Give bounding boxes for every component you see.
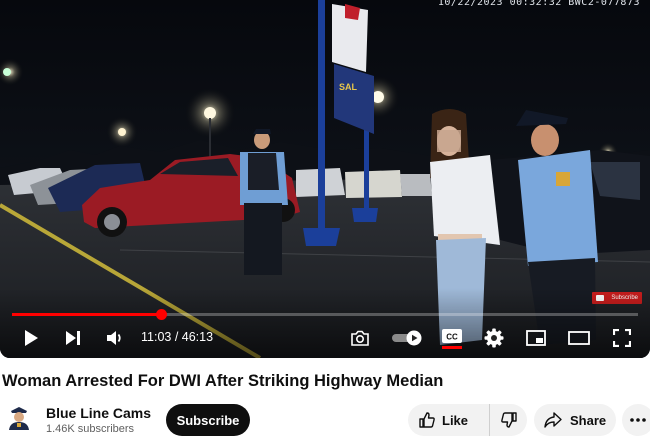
more-actions-button[interactable]	[622, 404, 650, 436]
share-icon	[544, 412, 562, 428]
dislike-button[interactable]	[490, 404, 527, 436]
share-label: Share	[570, 412, 607, 428]
time-display: 11:03 / 46:13	[141, 330, 214, 344]
video-title: Woman Arrested For DWI After Striking Hi…	[2, 372, 444, 390]
volume-icon	[107, 331, 121, 345]
like-label: Like	[442, 412, 469, 428]
progress-played	[12, 313, 161, 316]
subscriber-count: 1.46K subscribers	[46, 423, 135, 435]
volume-button[interactable]	[100, 322, 130, 354]
autoplay-toggle[interactable]	[390, 322, 426, 354]
bodycam-overlay: 10/22/2023 00:32:32 BWC2-077873	[437, 0, 640, 8]
captions-button[interactable]: CC	[438, 322, 466, 354]
cc-icon: CC	[442, 329, 462, 349]
subscribe-button[interactable]: Subscribe	[166, 404, 250, 436]
thumbs-down-icon	[500, 412, 517, 428]
like-dislike-group: Like	[408, 404, 527, 436]
player-controls: 11:03 / 46:13 CC	[0, 322, 650, 354]
police-officer-icon	[9, 407, 29, 430]
video-player[interactable]: SAL 10/22/2023 00:32:32 BWC2-077873 Subs…	[0, 0, 650, 358]
theater-icon	[568, 331, 590, 345]
channel-name[interactable]: Blue Line Cams	[46, 405, 151, 421]
settings-icon	[484, 328, 504, 348]
thumbs-up-icon	[419, 412, 435, 428]
svg-text:CC: CC	[446, 333, 458, 342]
next-icon	[66, 331, 80, 345]
camera-icon	[351, 330, 369, 346]
share-button[interactable]: Share	[534, 404, 616, 436]
channel-avatar[interactable]	[6, 404, 32, 430]
settings-button[interactable]	[480, 322, 508, 354]
miniplayer-button[interactable]	[522, 322, 550, 354]
play-button[interactable]	[16, 322, 46, 354]
play-icon	[25, 330, 38, 346]
sign-letters: SAL	[339, 82, 358, 92]
next-button[interactable]	[58, 322, 88, 354]
more-horizontal-icon	[630, 418, 646, 422]
fullscreen-icon	[613, 329, 631, 347]
video-frame: SAL	[0, 0, 650, 358]
miniplayer-icon	[526, 330, 546, 346]
fullscreen-button[interactable]	[608, 322, 636, 354]
theater-button[interactable]	[564, 322, 594, 354]
like-button[interactable]: Like	[408, 404, 490, 436]
screenshot-button[interactable]	[346, 322, 374, 354]
progress-bar[interactable]	[12, 309, 638, 320]
subscribe-watermark[interactable]: Subscribe	[592, 292, 642, 304]
autoplay-toggle-icon	[392, 330, 422, 346]
scrubber-knob[interactable]	[155, 309, 167, 320]
